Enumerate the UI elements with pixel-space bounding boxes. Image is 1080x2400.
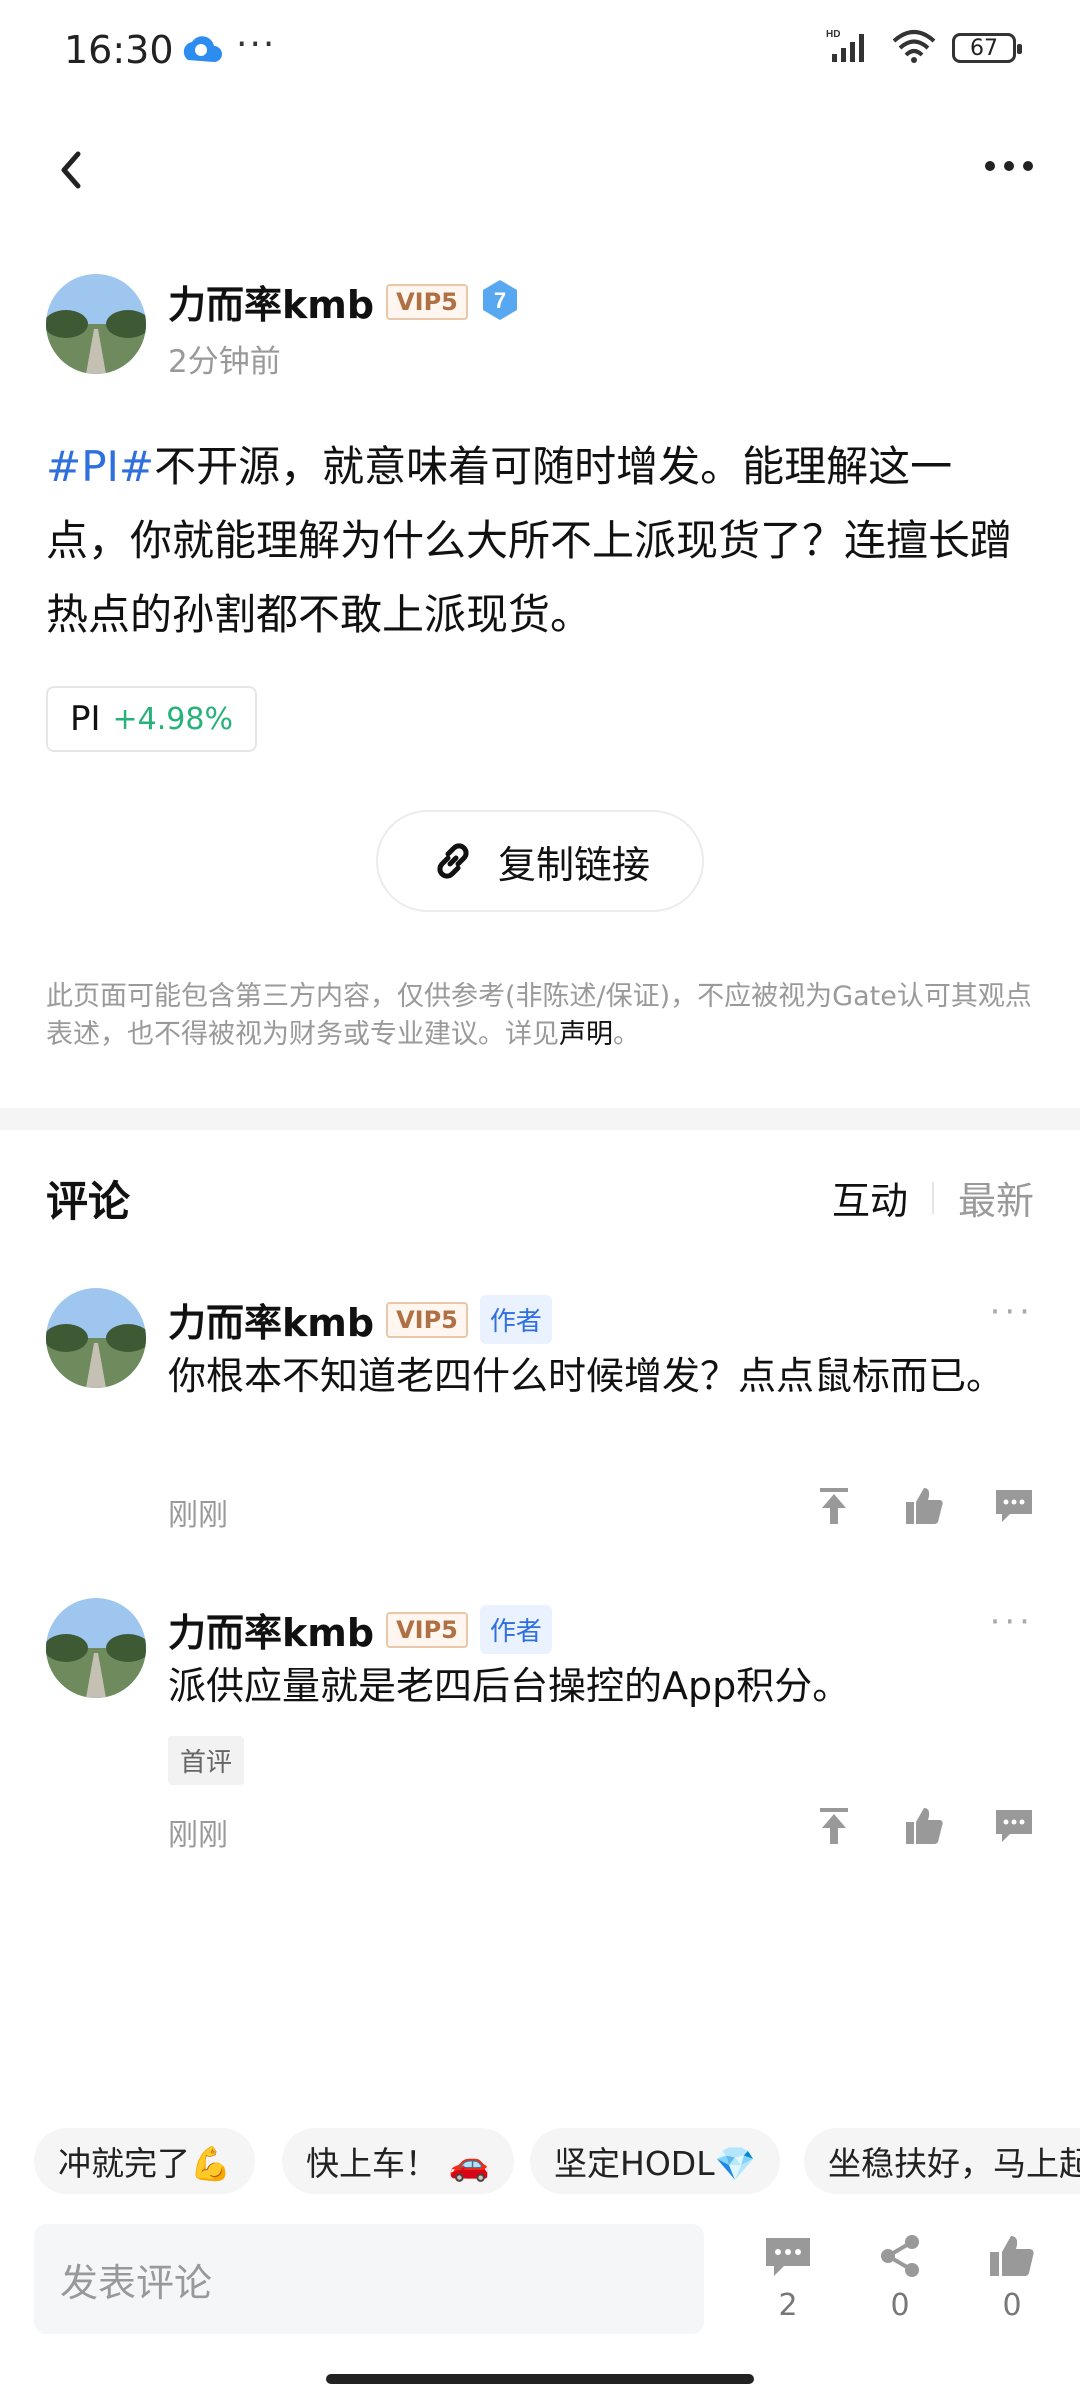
comments-count-button[interactable]: 2 <box>748 2232 828 2323</box>
comment-bubble-icon <box>996 1810 1032 1842</box>
tab-interaction[interactable]: 互动 <box>832 1170 908 1225</box>
level-badge: 7 <box>480 278 520 326</box>
quick-reply-chip[interactable]: 坚定HODL💎 <box>530 2128 780 2194</box>
like-button[interactable] <box>902 1804 946 1852</box>
comment-text: 你根本不知道老四什么时候增发？点点鼠标而已。 <box>168 1354 1005 1398</box>
vip-badge: VIP5 <box>386 283 468 320</box>
tab-latest[interactable]: 最新 <box>958 1170 1034 1225</box>
copy-link-label: 复制链接 <box>497 842 650 887</box>
thumbs-up-icon <box>990 2236 1034 2276</box>
battery-icon: 67 <box>952 33 1022 63</box>
avatar[interactable] <box>46 274 146 374</box>
like-button[interactable] <box>902 1484 946 1532</box>
post-body: #PI#不开源，就意味着可随时增发。能理解这一点，你就能理解为什么大所不上派现货… <box>46 430 1036 652</box>
disclaimer-link[interactable]: 声明 <box>559 1019 613 1050</box>
pin-top-icon <box>820 1488 848 1524</box>
post-time: 2分钟前 <box>168 344 281 380</box>
status-time: 16:30 <box>64 28 174 72</box>
quick-reply-chip[interactable]: 快上车！ 🚗 <box>282 2128 514 2194</box>
post-author-row: 力而率kmb VIP5 7 <box>168 274 520 329</box>
status-more-dots: ··· <box>236 24 277 65</box>
back-button[interactable] <box>48 140 108 200</box>
coin-change: +4.98% <box>112 701 233 737</box>
comment-bubble-icon <box>996 1490 1032 1522</box>
home-indicator[interactable] <box>326 2374 754 2384</box>
signal-icon: HD <box>826 28 876 68</box>
comment-time: 刚刚 <box>168 1498 228 1533</box>
share-button[interactable]: 0 <box>860 2232 940 2323</box>
disclaimer: 此页面可能包含第三方内容，仅供参考(非陈述/保证)，不应被视为Gate认可其观点… <box>46 978 1036 1054</box>
share-count: 0 <box>890 2288 910 2323</box>
pin-button[interactable] <box>812 1484 856 1532</box>
share-icon <box>881 2235 919 2277</box>
reply-button[interactable] <box>992 1804 1036 1852</box>
tab-separator <box>931 1181 934 1214</box>
coin-name: PI <box>70 699 101 739</box>
more-dots-icon <box>985 161 1033 171</box>
link-icon <box>437 843 469 879</box>
pin-button[interactable] <box>812 1804 856 1852</box>
author-badge: 作者 <box>479 1605 552 1654</box>
avatar[interactable] <box>46 1288 146 1388</box>
comment-bubble-icon <box>766 2238 810 2276</box>
comment-time: 刚刚 <box>168 1818 228 1853</box>
comment-author-name[interactable]: 力而率kmb <box>168 1292 374 1347</box>
coin-tag[interactable]: PI +4.98% <box>46 686 257 752</box>
pin-top-icon <box>820 1808 848 1844</box>
vip-badge: VIP5 <box>386 1611 468 1648</box>
comment-more-button[interactable]: ··· <box>990 1292 1034 1332</box>
more-options-button[interactable] <box>974 150 1044 180</box>
post-hashtag[interactable]: #PI# <box>46 442 154 491</box>
status-indicators: HD 67 <box>826 28 1022 68</box>
comment-text: 派供应量就是老四后台操控的App积分。 <box>168 1664 851 1708</box>
level-number: 7 <box>494 288 506 313</box>
post-text: 不开源，就意味着可随时增发。能理解这一点，你就能理解为什么大所不上派现货了？连擅… <box>46 442 1013 639</box>
vip-badge: VIP5 <box>386 1301 468 1338</box>
comments-title: 评论 <box>46 1177 131 1226</box>
comment-sort-tabs: 互动 最新 <box>832 1170 1034 1225</box>
author-badge: 作者 <box>479 1295 552 1344</box>
thumbs-up-icon <box>906 1488 943 1524</box>
comment-input[interactable]: 发表评论 <box>34 2224 704 2334</box>
copy-link-button[interactable]: 复制链接 <box>376 810 704 912</box>
comment-author-row: 力而率kmb VIP5 作者 <box>168 1292 552 1347</box>
first-comment-badge: 首评 <box>168 1736 245 1785</box>
disclaimer-end: 。 <box>613 1019 640 1050</box>
wifi-icon <box>892 29 936 67</box>
comment-author-name[interactable]: 力而率kmb <box>168 1602 374 1657</box>
comment-more-button[interactable]: ··· <box>990 1602 1034 1642</box>
author-name[interactable]: 力而率kmb <box>168 274 374 329</box>
quick-reply-chip[interactable]: 冲就完了💪 <box>34 2128 256 2194</box>
like-post-button[interactable]: 0 <box>972 2232 1052 2323</box>
section-divider <box>0 1108 1080 1130</box>
reply-button[interactable] <box>992 1484 1036 1532</box>
svg-text:HD: HD <box>826 29 840 40</box>
cloud-app-icon <box>180 30 222 70</box>
quick-reply-chip[interactable]: 坐稳扶好，马上起 <box>804 2128 1080 2194</box>
battery-level: 67 <box>970 35 998 61</box>
disclaimer-text: 此页面可能包含第三方内容，仅供参考(非陈述/保证)，不应被视为Gate认可其观点… <box>46 981 1032 1050</box>
chevron-left-icon <box>61 151 81 189</box>
thumbs-up-icon <box>906 1808 943 1844</box>
like-count: 0 <box>1002 2288 1022 2323</box>
comment-author-row: 力而率kmb VIP5 作者 <box>168 1602 552 1657</box>
comments-count: 2 <box>778 2288 798 2323</box>
avatar[interactable] <box>46 1598 146 1698</box>
